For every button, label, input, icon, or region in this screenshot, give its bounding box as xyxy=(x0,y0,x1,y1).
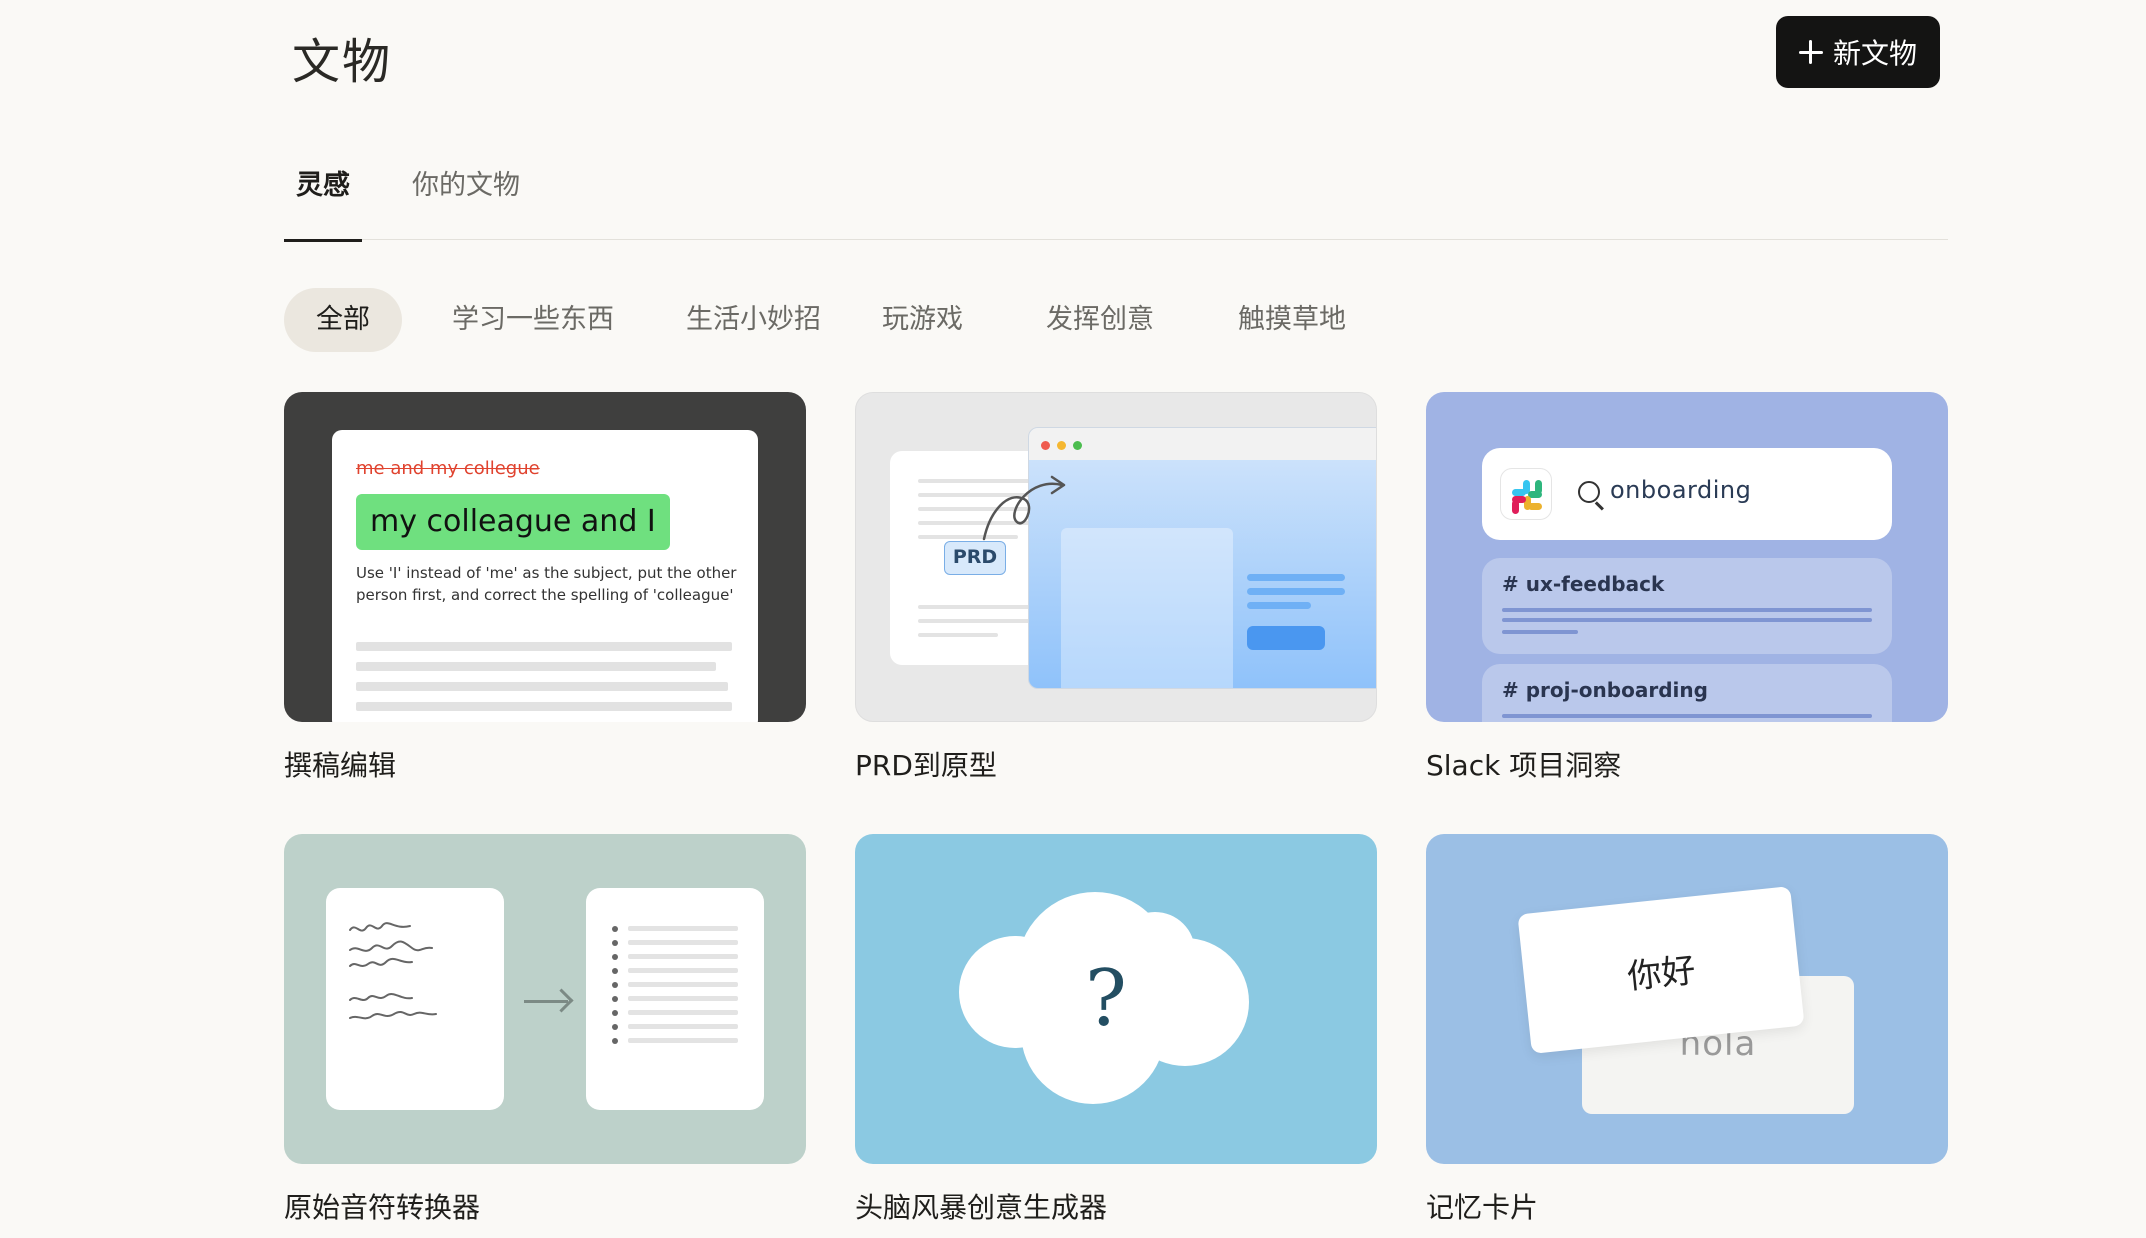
text-line-placeholder xyxy=(628,982,738,987)
prototype-button xyxy=(1247,626,1325,650)
bullet xyxy=(612,1024,618,1030)
card-thumbnail: me and my collegue my colleague and I Us… xyxy=(284,392,806,722)
filter-learn-something[interactable]: 学习一些东西 xyxy=(420,288,646,352)
channel-result: # proj-onboarding xyxy=(1482,664,1892,722)
filter-life-hacks[interactable]: 生活小妙招 xyxy=(654,288,853,352)
text-line-placeholder xyxy=(628,968,738,973)
card-thumbnail xyxy=(284,834,806,1164)
strikethrough-text: me and my collegue xyxy=(356,458,540,479)
card-title: Slack 项目洞察 xyxy=(1426,749,1622,782)
text-line-placeholder xyxy=(628,1038,738,1043)
slack-logo-icon xyxy=(1500,468,1552,520)
handwritten-note xyxy=(326,888,504,1110)
text-line-placeholder xyxy=(356,702,732,711)
text-line-placeholder xyxy=(356,662,716,671)
text-line-placeholder xyxy=(918,633,998,637)
document-preview: me and my collegue my colleague and I Us… xyxy=(332,430,758,722)
question-mark: ? xyxy=(1085,954,1127,1044)
page-title: 文物 xyxy=(292,34,393,90)
edit-note: Use 'I' instead of 'me' as the subject, … xyxy=(356,564,737,604)
tab-bar: 灵感 你的文物 xyxy=(284,168,1948,242)
card-thumbnail: ? xyxy=(855,834,1377,1164)
card-thumbnail: onboarding # ux-feedback # proj-onboardi… xyxy=(1426,392,1948,722)
filter-play-games[interactable]: 玩游戏 xyxy=(850,288,995,352)
artifact-card-slack-insights[interactable]: onboarding # ux-feedback # proj-onboardi… xyxy=(1426,392,1948,782)
artifact-card-notes-converter[interactable]: 原始音符转换器 xyxy=(284,834,806,1224)
bullet xyxy=(612,926,618,932)
artifact-card-copy-editor[interactable]: me and my collegue my colleague and I Us… xyxy=(284,392,806,782)
channel-line xyxy=(1502,714,1872,718)
card-title: PRD到原型 xyxy=(855,749,997,782)
prototype-panel xyxy=(1061,528,1233,688)
search-icon xyxy=(1578,481,1600,503)
channel-name: # proj-onboarding xyxy=(1502,678,1708,702)
card-thumbnail: hola 你好 xyxy=(1426,834,1948,1164)
artifacts-page: 文物 新文物 灵感 你的文物 全部 学习一些东西 生活小妙招 玩游戏 发挥创意 … xyxy=(284,0,1948,1238)
bullet xyxy=(612,982,618,988)
prd-badge: PRD xyxy=(944,541,1006,575)
filter-be-creative[interactable]: 发挥创意 xyxy=(1014,288,1186,352)
prototype-line xyxy=(1247,588,1345,595)
arrow-right-icon xyxy=(524,1000,568,1003)
new-artifact-button[interactable]: 新文物 xyxy=(1776,16,1940,88)
bullet xyxy=(612,968,618,974)
slack-search-box: onboarding xyxy=(1482,448,1892,540)
text-line-placeholder xyxy=(356,642,732,651)
artifact-card-brainstorm[interactable]: ? 头脑风暴创意生成器 xyxy=(855,834,1377,1224)
tab-inspiration[interactable]: 灵感 xyxy=(284,168,362,242)
prototype-line xyxy=(1247,574,1345,581)
minimize-dot-icon xyxy=(1057,441,1066,450)
close-dot-icon xyxy=(1041,441,1050,450)
text-line-placeholder xyxy=(628,1024,738,1029)
curved-arrow-icon xyxy=(982,475,1066,541)
text-line-placeholder xyxy=(628,940,738,945)
card-title: 记忆卡片 xyxy=(1426,1191,1539,1224)
channel-line xyxy=(1502,630,1578,634)
new-artifact-label: 新文物 xyxy=(1832,37,1917,70)
tab-your-artifacts[interactable]: 你的文物 xyxy=(400,168,532,240)
bullet xyxy=(612,940,618,946)
channel-name: # ux-feedback xyxy=(1502,572,1665,596)
bullet xyxy=(612,1010,618,1016)
plus-icon xyxy=(1798,40,1823,64)
text-line-placeholder xyxy=(628,1010,738,1015)
text-line-placeholder xyxy=(918,605,1038,609)
text-line-placeholder xyxy=(628,926,738,931)
scribble-icon xyxy=(349,922,437,1020)
text-line-placeholder xyxy=(628,996,738,1001)
flashcard-front-text: 你好 xyxy=(1625,950,1698,998)
card-title: 撰稿编辑 xyxy=(284,749,397,782)
browser-window xyxy=(1028,427,1376,689)
maximize-dot-icon xyxy=(1073,441,1082,450)
filter-all[interactable]: 全部 xyxy=(284,288,402,352)
bullet xyxy=(612,996,618,1002)
artifact-card-prd-prototype[interactable]: PRD PRD到原型 xyxy=(855,392,1377,782)
prototype-line xyxy=(1247,602,1311,609)
browser-titlebar xyxy=(1029,428,1376,460)
card-thumbnail: PRD xyxy=(855,392,1377,722)
highlighted-text: my colleague and I xyxy=(356,494,670,550)
text-line-placeholder xyxy=(628,954,738,959)
flashcard-front: 你好 xyxy=(1517,886,1805,1054)
channel-result: # ux-feedback xyxy=(1482,558,1892,654)
channel-line xyxy=(1502,618,1872,622)
text-line-placeholder xyxy=(356,682,728,691)
card-title: 头脑风暴创意生成器 xyxy=(855,1191,1108,1224)
bullet xyxy=(612,954,618,960)
bullet xyxy=(612,1038,618,1044)
formatted-note xyxy=(586,888,764,1110)
filter-touch-grass[interactable]: 触摸草地 xyxy=(1206,288,1378,352)
search-query: onboarding xyxy=(1610,476,1752,504)
card-title: 原始音符转换器 xyxy=(284,1191,481,1224)
artifact-card-flashcards[interactable]: hola 你好 记忆卡片 xyxy=(1426,834,1948,1224)
channel-line xyxy=(1502,608,1872,612)
